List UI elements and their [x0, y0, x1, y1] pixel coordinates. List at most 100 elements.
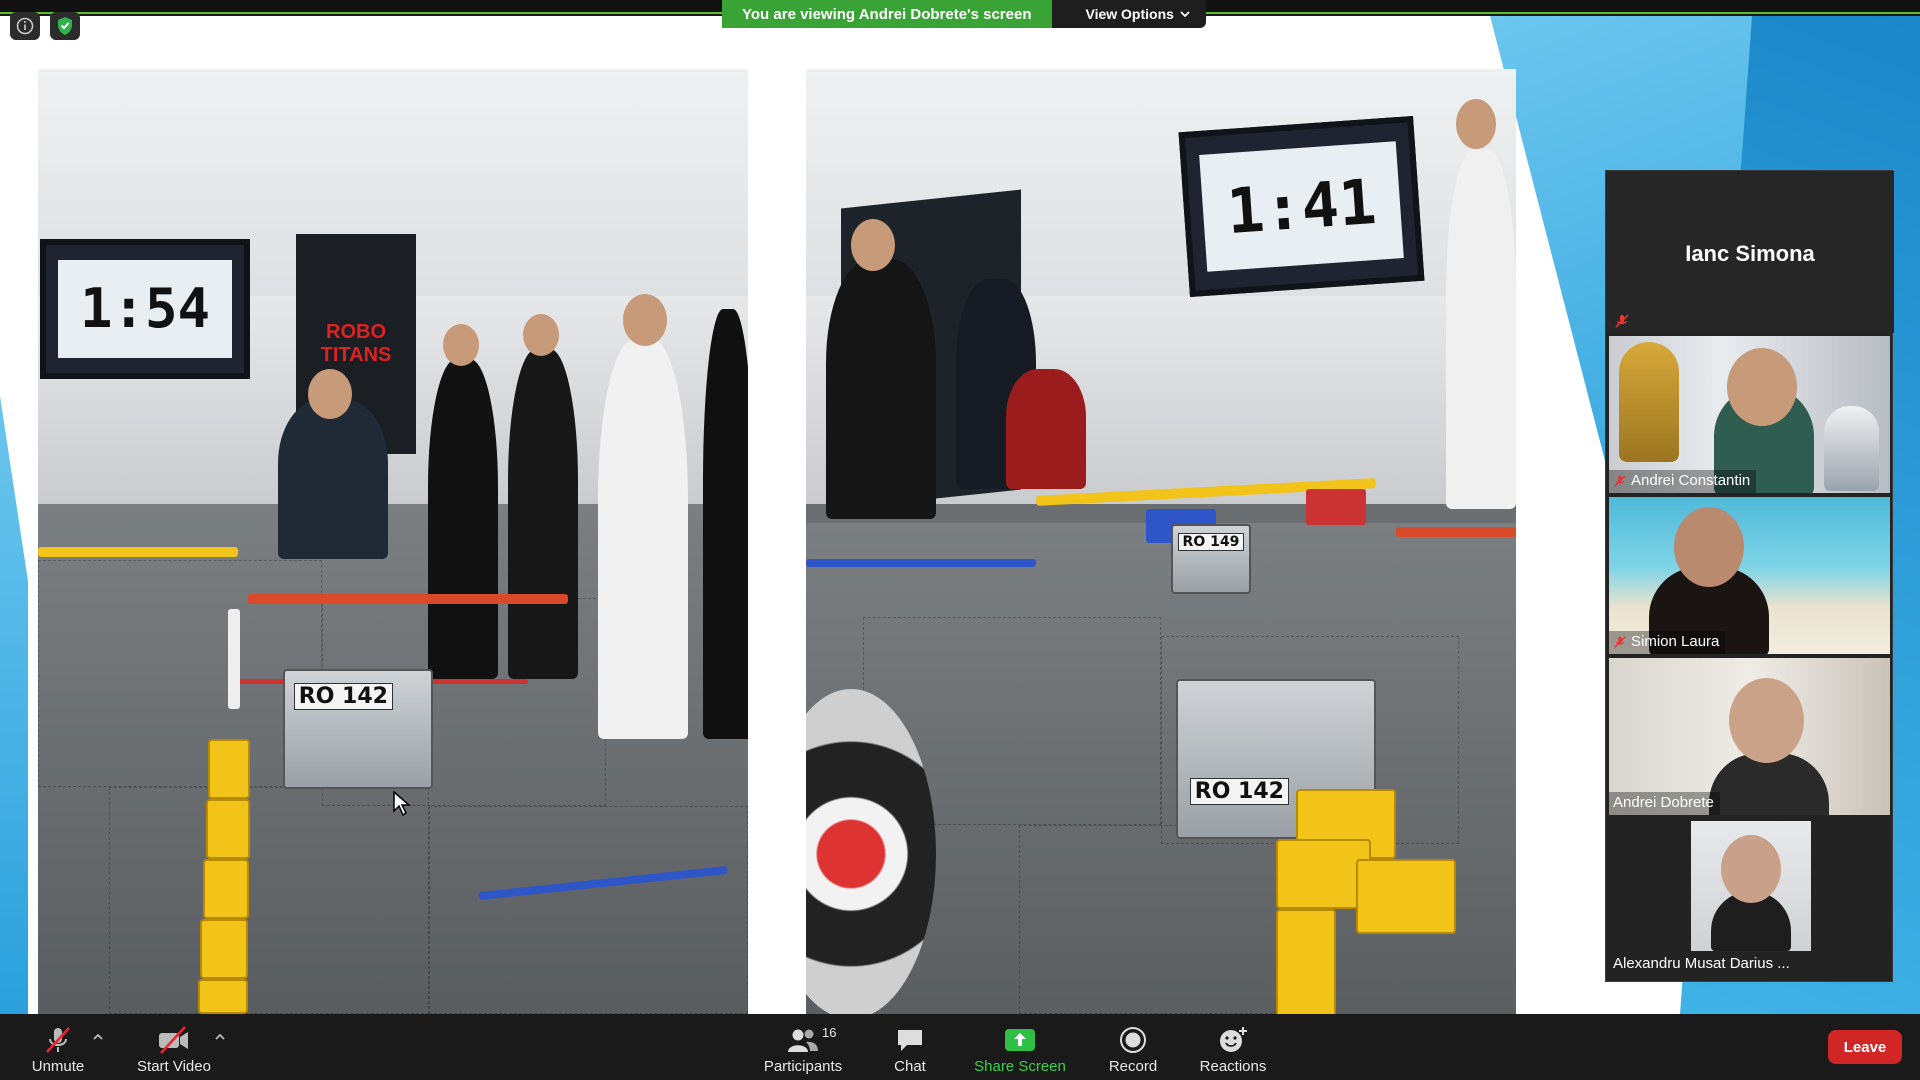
video-off-icon [159, 1026, 188, 1054]
participant-head [1727, 348, 1797, 426]
record-icon [1120, 1027, 1146, 1053]
reactions-label: Reactions [1199, 1058, 1267, 1075]
person [826, 259, 936, 519]
robot-number: RO 142 [1189, 777, 1289, 805]
competition-photo-right: 1:41 RO 149 RO 142 [806, 69, 1516, 1014]
yellow-block [206, 799, 250, 859]
person-head [308, 369, 352, 419]
yellow-block [200, 919, 248, 979]
view-options-label: View Options [1085, 6, 1174, 22]
share-message: You are viewing Andrei Dobrete's screen [722, 0, 1052, 28]
slide-decoration [0, 396, 28, 1014]
person [1006, 369, 1086, 489]
yellow-block [198, 979, 248, 1014]
participant-label: Andrei Dobrete [1609, 792, 1720, 815]
background-figure [1619, 342, 1679, 462]
share-screen-icon [1005, 1029, 1035, 1051]
participants-button[interactable]: Participants [758, 1014, 848, 1080]
participant-name: Andrei Constantin [1631, 472, 1751, 489]
participant-count: 16 [822, 1025, 837, 1040]
person-head [443, 324, 479, 366]
yellow-block [1356, 859, 1456, 934]
muted-mic-icon [1614, 474, 1626, 487]
video-tile[interactable]: Andrei Constantin [1609, 336, 1890, 493]
participant-name: Simion Laura [1631, 633, 1720, 650]
view-options-button[interactable]: View Options [1051, 0, 1206, 28]
chat-button[interactable]: Chat [880, 1014, 940, 1080]
share-screen-button[interactable]: Share Screen [970, 1014, 1070, 1080]
person-head [623, 294, 667, 346]
start-video-button[interactable]: Start Video [130, 1014, 218, 1080]
muted-mic-icon [46, 1027, 70, 1053]
person [428, 359, 498, 679]
mouse-cursor-icon [393, 791, 411, 817]
meeting-toolbar [0, 1014, 1920, 1080]
participant-head [1729, 678, 1804, 763]
field-bar [38, 547, 238, 557]
person [703, 309, 748, 739]
record-button[interactable]: Record [1098, 1014, 1168, 1080]
unmute-label: Unmute [31, 1058, 85, 1075]
record-label: Record [1108, 1058, 1158, 1075]
audio-options-caret-icon[interactable] [92, 1032, 104, 1042]
participant-name: Andrei Dobrete [1613, 794, 1714, 811]
yellow-block [203, 859, 249, 919]
zoom-meeting-window: You are viewing Andrei Dobrete's screen … [0, 0, 1920, 1080]
participant-head [1721, 835, 1781, 903]
person [278, 399, 388, 559]
robot: RO 142 [283, 669, 433, 789]
scoreboard-time: 1:54 [57, 260, 233, 358]
field-tile-red [1306, 489, 1366, 525]
chevron-down-icon [1180, 11, 1190, 18]
top-left-icons [10, 12, 80, 40]
muted-mic-icon [1614, 635, 1626, 648]
yellow-block [1276, 909, 1336, 1014]
start-video-label: Start Video [137, 1058, 211, 1075]
video-tile[interactable]: Alexandru Musat Darius ... [1609, 819, 1890, 976]
leave-button[interactable]: Leave [1828, 1030, 1902, 1064]
person [508, 349, 578, 679]
yellow-block [208, 739, 250, 799]
person [1446, 149, 1516, 509]
participant-name: Alexandru Musat Darius ... [1613, 955, 1790, 972]
person [598, 339, 688, 739]
muted-mic-icon [1615, 314, 1629, 328]
scoreboard-screen: 1:41 [1178, 116, 1425, 297]
participant-label: Alexandru Musat Darius ... [1609, 953, 1796, 976]
video-tile[interactable]: Simion Laura [1609, 497, 1890, 654]
chat-label: Chat [894, 1058, 926, 1075]
reactions-button[interactable]: Reactions [1192, 1014, 1274, 1080]
person-head [851, 219, 895, 271]
info-icon[interactable] [10, 12, 40, 40]
participant-gallery: Ianc Simona Andrei Constantin Simion Lau… [1605, 170, 1894, 982]
security-shield-icon[interactable] [50, 12, 80, 40]
robot-number: RO 149 [1177, 532, 1245, 551]
share-screen-label: Share Screen [974, 1058, 1066, 1075]
participants-label: Participants [763, 1058, 843, 1075]
video-options-caret-icon[interactable] [214, 1032, 226, 1042]
scoreboard-screen: 1:54 [40, 239, 250, 379]
participant-head [1674, 507, 1744, 587]
person-head [523, 314, 559, 356]
competition-photo-left: 1:54 ROBO TITANS RO 142 [38, 69, 748, 1014]
person-head [1456, 99, 1496, 149]
active-speaker-tile[interactable]: Ianc Simona [1606, 171, 1894, 333]
robot-number: RO 142 [293, 682, 393, 710]
field-bar [248, 594, 568, 604]
unmute-button[interactable]: Unmute [22, 1014, 94, 1080]
screen-share-banner: You are viewing Andrei Dobrete's screen … [722, 0, 1206, 28]
participants-icon [788, 1029, 818, 1052]
chat-icon [898, 1030, 922, 1051]
robot: RO 149 [1171, 524, 1251, 594]
active-speaker-name: Ianc Simona [1685, 241, 1815, 266]
participant-label: Simion Laura [1609, 631, 1726, 654]
background-figure [1824, 406, 1879, 491]
scoreboard-time: 1:41 [1199, 141, 1404, 272]
field-bar [806, 559, 1036, 567]
field-bar [1396, 527, 1516, 537]
participant-video [1691, 821, 1811, 951]
reactions-icon [1220, 1027, 1247, 1052]
video-tile[interactable]: Andrei Dobrete [1609, 658, 1890, 815]
participant-label: Andrei Constantin [1609, 470, 1757, 493]
field-post [228, 609, 240, 709]
